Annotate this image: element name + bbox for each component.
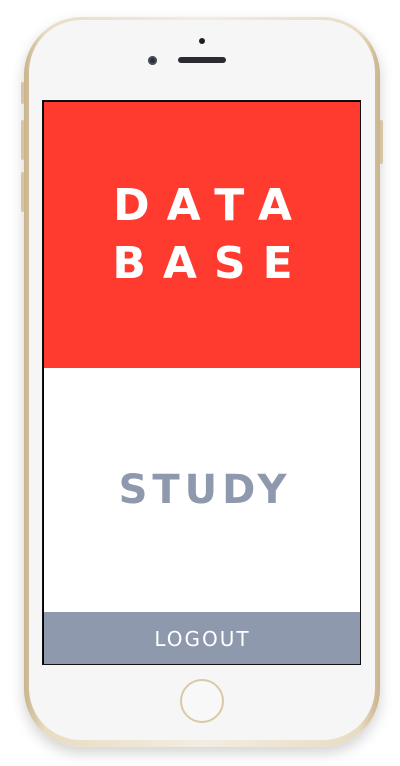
mute-switch [21,82,24,104]
volume-up-button [21,120,24,160]
logout-button[interactable]: LOGOUT [44,612,360,664]
study-label: STUDY [118,467,292,513]
power-button [380,120,383,164]
database-title-line-1: DATA [113,180,309,231]
earpiece-speaker-icon [178,57,226,63]
volume-down-button [21,172,24,212]
front-camera-icon [148,56,157,65]
study-tile[interactable]: STUDY [44,368,360,612]
database-tile[interactable]: DATA BASE [44,102,360,368]
app-view: DATA BASE STUDY LOGOUT [44,102,360,664]
proximity-sensor-icon [199,38,205,44]
phone-screen: DATA BASE STUDY LOGOUT [42,100,361,665]
logout-label: LOGOUT [154,626,251,651]
home-button[interactable] [180,679,224,723]
database-title-line-2: BASE [112,238,310,289]
